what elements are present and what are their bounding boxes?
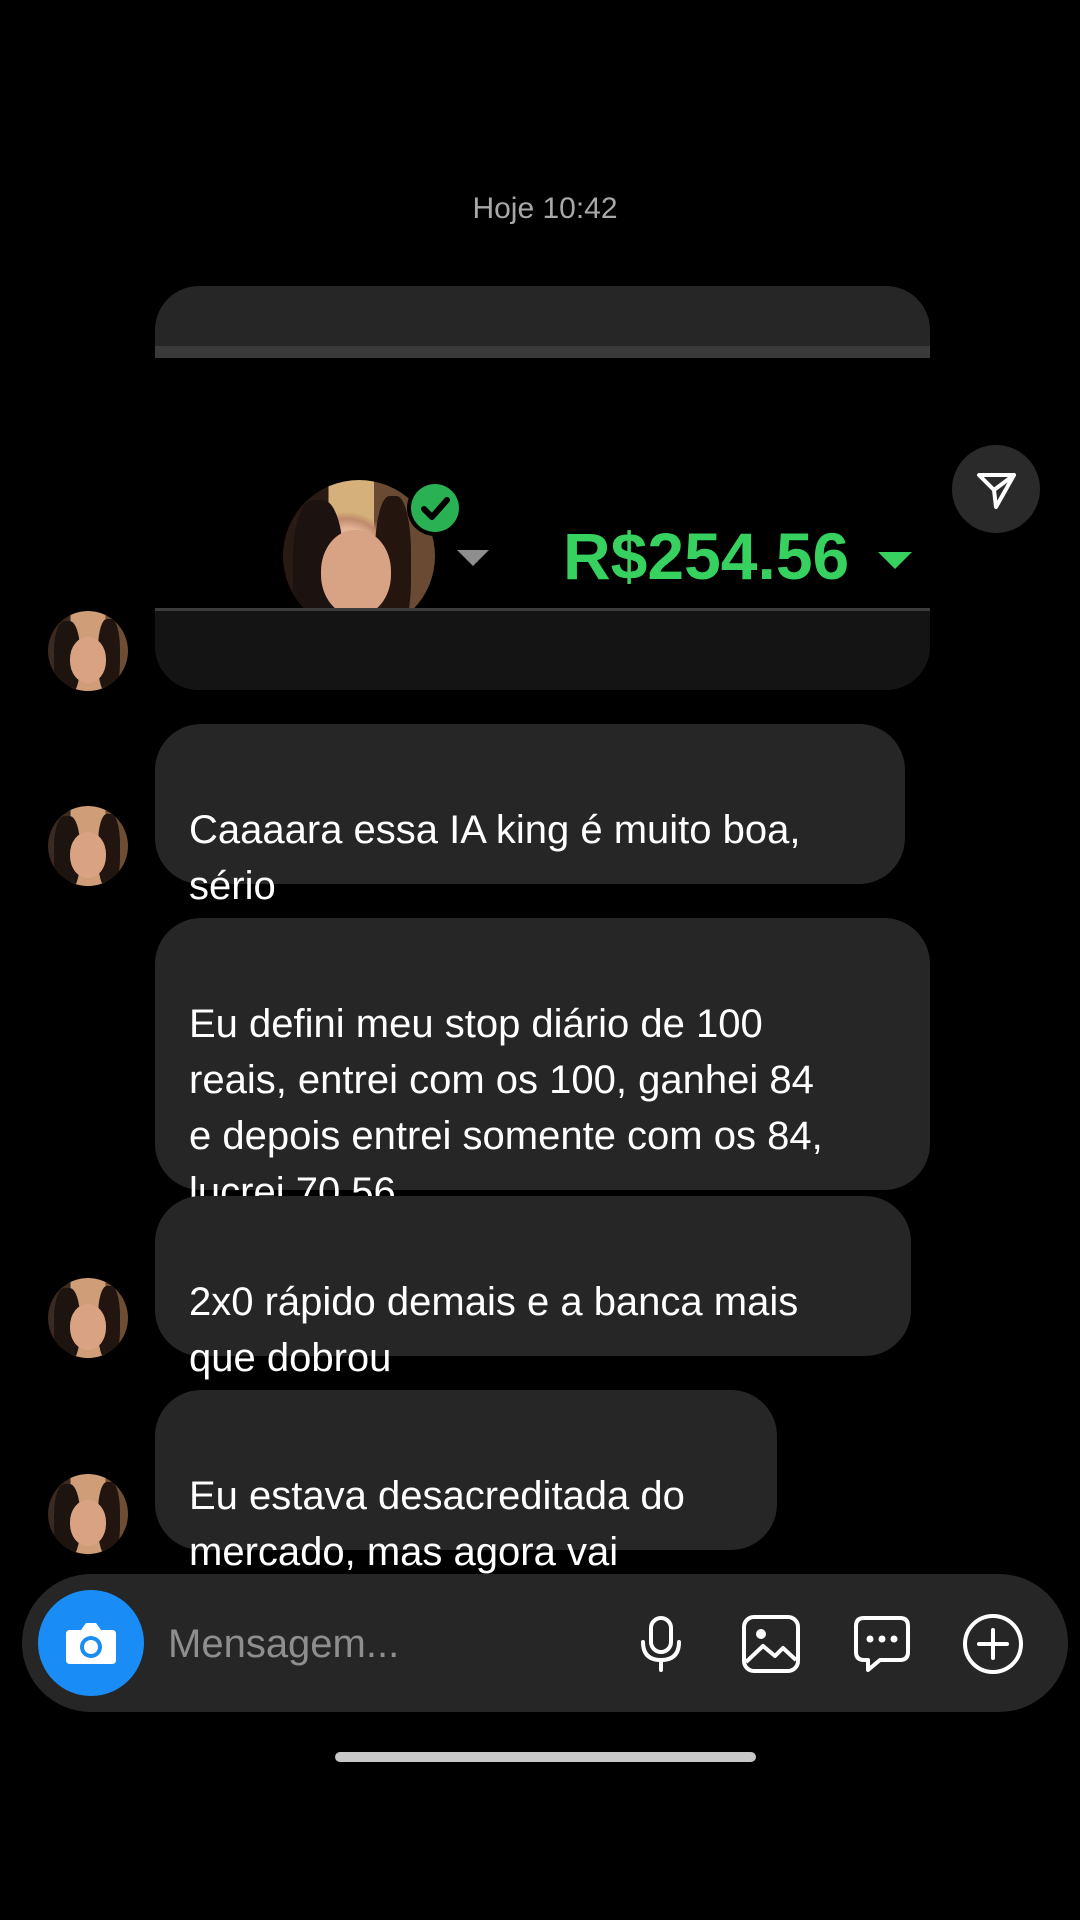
microphone-button[interactable] (629, 1612, 693, 1676)
shared-post-card[interactable]: R$254.56 (155, 286, 930, 690)
card-media: R$254.56 (155, 358, 930, 632)
camera-icon (66, 1623, 116, 1664)
chat-timestamp: Hoje 10:42 (472, 192, 618, 225)
message-text: Eu defini meu stop diário de 100 reais, … (189, 1002, 823, 1214)
card-top-strip (155, 346, 930, 358)
gallery-icon (742, 1615, 800, 1673)
microphone-icon (641, 1616, 681, 1672)
chevron-down-icon (457, 550, 489, 566)
share-button[interactable] (952, 445, 1040, 533)
message-bubble[interactable]: Caaaara essa IA king é muito boa, sério (155, 724, 905, 908)
sender-avatar[interactable] (48, 1278, 128, 1358)
chat-bubble-icon (854, 1616, 910, 1672)
gallery-button[interactable] (739, 1612, 803, 1676)
card-footer (155, 611, 930, 690)
home-indicator[interactable] (335, 1752, 756, 1762)
message-text: 2x0 rápido demais e a banca mais que dob… (189, 1280, 799, 1380)
message-text: Caaaara essa IA king é muito boa, sério (189, 808, 801, 908)
plus-circle-icon (963, 1614, 1023, 1674)
sender-avatar[interactable] (48, 1474, 128, 1554)
message-bubble[interactable]: Eu defini meu stop diário de 100 reais, … (155, 918, 930, 1214)
sender-avatar[interactable] (48, 806, 128, 886)
message-bubble[interactable]: 2x0 rápido demais e a banca mais que dob… (155, 1196, 911, 1437)
chevron-down-icon (878, 552, 912, 569)
verified-check-icon (407, 480, 463, 536)
message-text: Eu estava desacreditada do mercado, mas … (189, 1474, 685, 1574)
balance-amount: R$254.56 (563, 519, 850, 593)
sticker-button[interactable] (850, 1612, 914, 1676)
message-input[interactable] (168, 1614, 588, 1674)
camera-button[interactable] (38, 1590, 144, 1696)
add-button[interactable] (961, 1612, 1025, 1676)
message-bubble[interactable]: Eu estava desacreditada do mercado, mas … (155, 1390, 777, 1631)
sender-avatar[interactable] (48, 611, 128, 691)
paper-plane-icon (977, 473, 1016, 509)
